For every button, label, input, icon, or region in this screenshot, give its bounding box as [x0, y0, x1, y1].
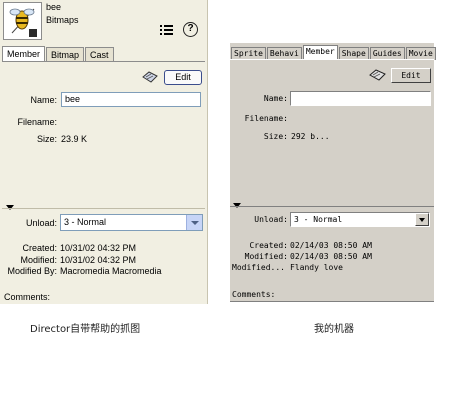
section-divider — [2, 208, 205, 209]
edit-button[interactable]: Edit — [391, 68, 431, 83]
tab-bar: Sprite Behavi Member Shape Guides Movie — [231, 45, 437, 60]
tab-bar: Member Bitmap Cast — [2, 46, 115, 62]
caption-left: Director自带帮助的抓图 — [30, 324, 141, 335]
modified-label: Modified: — [20, 255, 57, 265]
filename-label: Filename: — [17, 117, 57, 127]
edit-button[interactable]: Edit — [164, 70, 202, 85]
chevron-down-icon[interactable] — [186, 215, 202, 230]
modified-value: 10/31/02 04:32 PM — [60, 255, 137, 265]
edit-member-icon — [142, 71, 158, 83]
name-input[interactable]: bee — [61, 92, 201, 107]
member-type: Bitmaps — [46, 15, 79, 25]
member-tab-content: Edit Name: Filename: Size: 292 b... — [230, 59, 434, 189]
property-inspector-help: bee Bitmaps ? Member Bitmap Cast Edit Na… — [0, 0, 208, 304]
member-tab-content: Edit Name: bee Filename: Size: 23.9 K — [2, 61, 205, 197]
created-label: Created: — [249, 241, 288, 250]
comments-label: Comments: — [4, 292, 51, 302]
modified-label: Modified: — [244, 252, 288, 261]
modified-by-label: Modified By: — [7, 266, 57, 276]
size-label: Size: — [36, 134, 57, 144]
name-label: Name: — [263, 94, 288, 103]
filename-label: Filename: — [244, 114, 288, 123]
caption-right: 我的机器 — [314, 324, 354, 335]
bee-thumbnail-icon — [3, 2, 42, 40]
unload-value: 3 - Normal — [64, 217, 107, 227]
created-label: Created: — [22, 243, 57, 253]
list-view-icon[interactable] — [160, 24, 173, 36]
created-value: 10/31/02 04:32 PM — [60, 243, 137, 253]
unload-label: Unload: — [25, 218, 57, 228]
unload-label: Unload: — [254, 215, 288, 224]
edit-member-icon — [369, 69, 386, 81]
comments-divider — [230, 301, 434, 302]
tab-bitmap[interactable]: Bitmap — [46, 47, 85, 62]
modified-value: 02/14/03 08:50 AM — [290, 252, 372, 261]
comments-label: Comments: — [232, 290, 276, 299]
tab-member[interactable]: Member — [302, 45, 338, 60]
modified-by-value: Macromedia Macromedia — [60, 266, 162, 276]
tab-cast[interactable]: Cast — [85, 47, 114, 62]
size-label: Size: — [263, 132, 288, 141]
member-name: bee — [46, 2, 62, 12]
modified-by-value: Flandy love — [290, 263, 343, 272]
help-icon[interactable]: ? — [183, 22, 198, 37]
tab-member[interactable]: Member — [2, 46, 46, 62]
unload-value: 3 - Normal — [294, 215, 343, 224]
name-label: Name: — [30, 95, 57, 105]
chevron-down-icon[interactable] — [415, 213, 429, 226]
modified-by-label: Modified... — [232, 263, 285, 272]
name-input[interactable] — [290, 91, 431, 106]
size-value: 23.9 K — [61, 134, 88, 144]
section-divider — [230, 206, 434, 207]
size-value: 292 b... — [291, 132, 330, 141]
unload-select[interactable]: 3 - Normal — [290, 212, 430, 227]
property-inspector-mine: Sprite Behavi Member Shape Guides Movie … — [230, 43, 437, 302]
created-value: 02/14/03 08:50 AM — [290, 241, 372, 250]
unload-select[interactable]: 3 - Normal — [60, 214, 203, 231]
